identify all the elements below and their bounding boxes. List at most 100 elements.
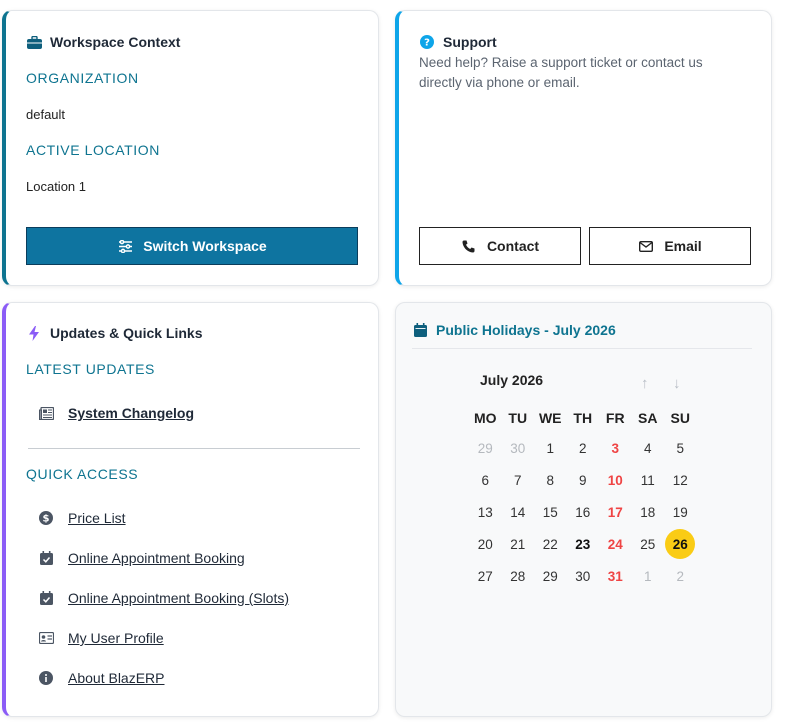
workspace-context-title: Workspace Context (50, 34, 181, 50)
switch-workspace-button[interactable]: Switch Workspace (26, 227, 358, 265)
calendar-day[interactable]: 3 (599, 432, 632, 464)
calendar-day-number: 2 (578, 440, 587, 456)
quick-access-label: QUICK ACCESS (26, 466, 139, 482)
calendar-day[interactable]: 23 (567, 528, 600, 560)
calendar-icon (412, 322, 428, 338)
support-title: Support (443, 34, 497, 50)
calendar-day-number: 23 (575, 536, 591, 552)
calendar-day[interactable]: 7 (502, 464, 535, 496)
calendar-day-number: 25 (640, 536, 656, 552)
email-button[interactable]: Email (589, 227, 751, 265)
calendar-day-number: 30 (510, 440, 526, 456)
quick-link-about: About BlazERP (38, 670, 165, 686)
phone-icon (461, 238, 477, 254)
calendar-day-number: 6 (481, 472, 489, 488)
calendar-day[interactable]: 21 (502, 528, 535, 560)
calendar-day[interactable]: 29 (469, 432, 502, 464)
calendar-day-number: 22 (542, 536, 558, 552)
quick-link-appointment: Online Appointment Booking (38, 550, 245, 566)
briefcase-icon (26, 34, 42, 50)
calendar-day[interactable]: 24 (599, 528, 632, 560)
about-link[interactable]: About BlazERP (68, 670, 165, 686)
calendar-day[interactable]: 20 (469, 528, 502, 560)
updates-header: Updates & Quick Links (26, 325, 202, 341)
calendar-day[interactable]: 6 (469, 464, 502, 496)
calendar-day[interactable]: 28 (502, 560, 535, 592)
appointment-booking-link[interactable]: Online Appointment Booking (68, 550, 245, 566)
calendar-day[interactable]: 10 (599, 464, 632, 496)
calendar-day[interactable]: 19 (664, 496, 697, 528)
calendar-day[interactable]: 14 (502, 496, 535, 528)
system-changelog-link[interactable]: System Changelog (68, 405, 194, 421)
calendar-day[interactable]: 27 (469, 560, 502, 592)
calendar-day[interactable]: 22 (534, 528, 567, 560)
contact-button[interactable]: Contact (419, 227, 581, 265)
calendar-day-number: 18 (640, 504, 656, 520)
appointment-booking-slots-link[interactable]: Online Appointment Booking (Slots) (68, 590, 289, 606)
question-circle-icon: ? (419, 34, 435, 50)
calendar-day-number: 12 (672, 472, 688, 488)
calendar-week-row: 27 28 29 30 31 1 2 (469, 560, 697, 592)
weekday-we: WE (538, 410, 562, 426)
calendar-day-number: 26 (665, 529, 696, 559)
calendar-day[interactable]: 13 (469, 496, 502, 528)
calendar-day[interactable]: 8 (534, 464, 567, 496)
calendar-day[interactable]: 25 (632, 528, 665, 560)
dollar-circle-icon: $ (38, 510, 54, 526)
calendar-grid: MO TU WE TH FR SA SU 29 30 1 2 3 4 5 6 7 8 9 10 11 12 13 14 15… (469, 404, 697, 592)
calendar-day[interactable]: 5 (664, 432, 697, 464)
active-location-value: Location 1 (26, 179, 86, 194)
calendar-day-number: 17 (607, 504, 623, 520)
calendar-day[interactable]: 17 (599, 496, 632, 528)
calendar-day-number: 14 (510, 504, 526, 520)
calendar-day[interactable]: 16 (567, 496, 600, 528)
id-card-icon (38, 630, 54, 646)
weekday-th: TH (573, 410, 593, 426)
lightning-icon (26, 325, 42, 341)
price-list-link[interactable]: Price List (68, 510, 126, 526)
organization-label: ORGANIZATION (26, 70, 139, 86)
calendar-day[interactable]: 30 (567, 560, 600, 592)
calendar-day-number: 27 (477, 568, 493, 584)
calendar-day[interactable]: 1 (632, 560, 665, 592)
calendar-day-number: 29 (477, 440, 493, 456)
calendar-day[interactable]: 2 (664, 560, 697, 592)
calendar-day[interactable]: 4 (632, 432, 665, 464)
calendar-day[interactable]: 9 (567, 464, 600, 496)
calendar-prev-arrow-icon[interactable]: ↑ (641, 375, 649, 392)
calendar-day-number: 20 (477, 536, 493, 552)
calendar-weeks: 29 30 1 2 3 4 5 6 7 8 9 10 11 12 13 14 15 16 17 18 19 20 21 22 2… (469, 432, 697, 592)
calendar-day-number: 1 (546, 440, 554, 456)
latest-updates-label: LATEST UPDATES (26, 361, 155, 377)
calendar-day-number: 7 (513, 472, 522, 488)
quick-link-appointment-slots: Online Appointment Booking (Slots) (38, 590, 289, 606)
svg-text:$: $ (43, 514, 50, 525)
weekday-su: SU (670, 410, 690, 426)
calendar-day[interactable]: 11 (632, 464, 665, 496)
calendar-day[interactable]: 12 (664, 464, 697, 496)
calendar-day[interactable]: 30 (502, 432, 535, 464)
calendar-day[interactable]: 31 (599, 560, 632, 592)
calendar-next-arrow-icon[interactable]: ↓ (673, 375, 681, 392)
calendar-day-number: 24 (607, 536, 623, 552)
calendar-day[interactable]: 26 (664, 528, 697, 560)
calendar-day[interactable]: 15 (534, 496, 567, 528)
calendar-day-number: 4 (643, 440, 652, 456)
contact-label: Contact (486, 238, 540, 254)
calendar-day[interactable]: 2 (567, 432, 600, 464)
calendar-day[interactable]: 18 (632, 496, 665, 528)
updates-card: Updates & Quick Links LATEST UPDATES Sys… (2, 302, 379, 717)
user-profile-link[interactable]: My User Profile (68, 630, 164, 646)
calendar-day-number: 28 (510, 568, 526, 584)
weekday-sa: SA (638, 410, 658, 426)
calendar-day[interactable]: 1 (534, 432, 567, 464)
quick-link-user-profile: My User Profile (38, 630, 164, 646)
support-description: Need help? Raise a support ticket or con… (419, 55, 703, 90)
calendar-day-number: 10 (607, 472, 623, 488)
updates-divider (28, 448, 360, 449)
calendar-month-label[interactable]: July 2026 (480, 372, 543, 388)
calendar-week-row: 13 14 15 16 17 18 19 (469, 496, 697, 528)
weekday-fr: FR (605, 410, 625, 426)
calendar-day[interactable]: 29 (534, 560, 567, 592)
calendar-day-number: 1 (643, 568, 652, 584)
